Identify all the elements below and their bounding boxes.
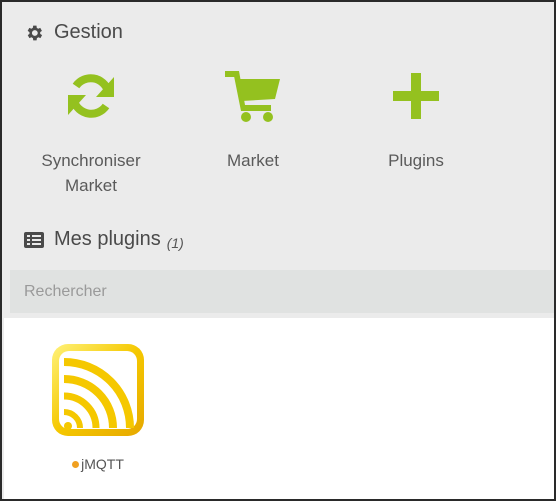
plugin-name-label: jMQTT	[81, 456, 124, 472]
sync-market-label: Synchroniser Market	[41, 151, 141, 195]
plugins-panel: Gestion Synchroniser Market Market Plugi…	[0, 0, 556, 501]
gear-icon	[24, 23, 44, 43]
plugins-label: Plugins	[388, 151, 444, 170]
plugins-add-button[interactable]: Plugins	[346, 68, 486, 173]
gestion-header: Gestion	[24, 21, 123, 44]
mes-plugins-header: Mes plugins (1)	[24, 228, 184, 251]
sync-icon	[63, 68, 119, 124]
plugin-name-row: jMQTT	[72, 456, 124, 472]
cart-icon	[225, 68, 281, 124]
plugins-list: jMQTT	[4, 318, 554, 499]
status-dot	[72, 460, 80, 468]
plugin-card-jmqtt[interactable]: jMQTT	[48, 342, 148, 472]
market-button[interactable]: Market	[183, 68, 323, 173]
plus-icon	[388, 68, 444, 124]
gestion-title: Gestion	[54, 21, 123, 43]
market-label: Market	[227, 151, 279, 170]
jmqtt-logo-icon	[50, 342, 146, 438]
search-input[interactable]	[10, 270, 554, 313]
list-icon	[24, 230, 44, 250]
plugins-count: (1)	[166, 234, 184, 251]
sync-market-button[interactable]: Synchroniser Market	[21, 68, 161, 198]
mes-plugins-title: Mes plugins	[54, 228, 161, 250]
